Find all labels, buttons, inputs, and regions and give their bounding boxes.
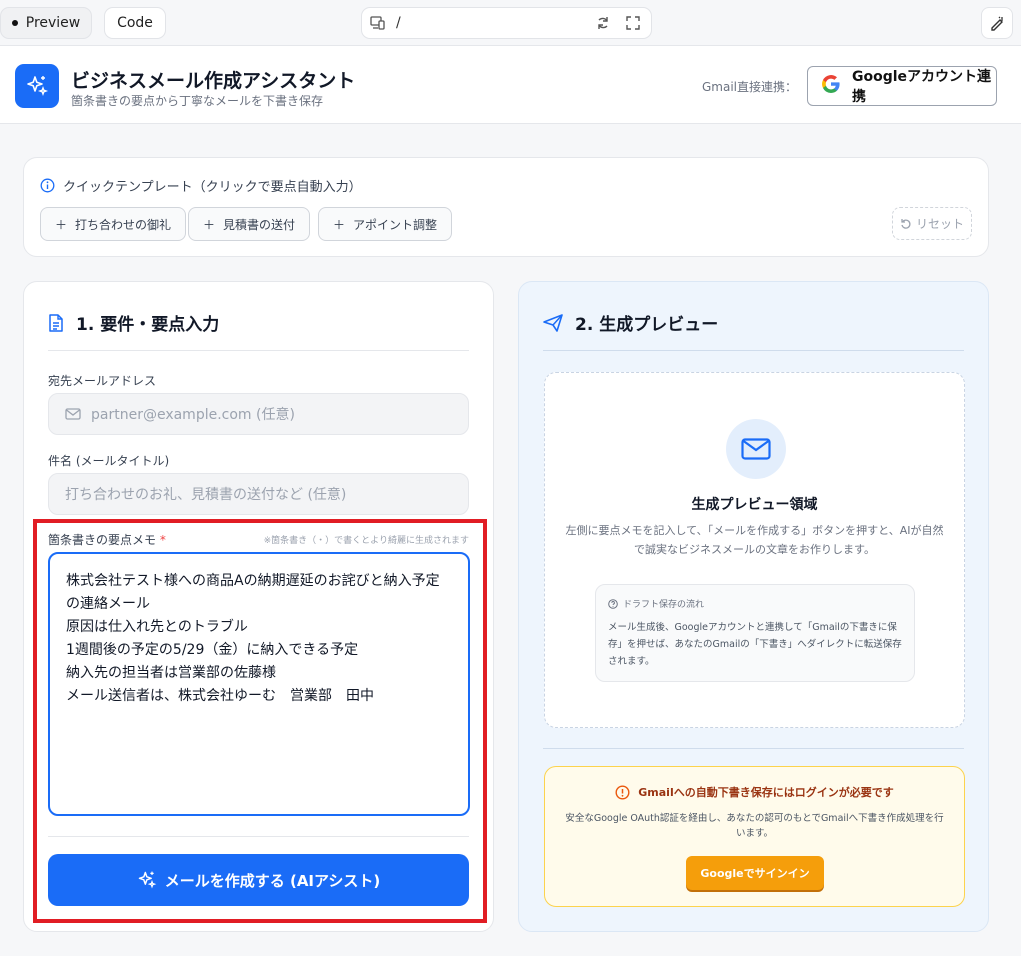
quick-template-card: クイックテンプレート（クリックで要点自動入力） ＋ 打ち合わせの御礼 ＋ 見積書… xyxy=(23,157,989,257)
alert-icon xyxy=(615,784,630,800)
preview-section-header: 2. 生成プレビュー xyxy=(543,310,718,335)
section-divider xyxy=(48,836,469,837)
login-required-notice: Gmailへの自動下書き保存にはログインが必要です 安全なGoogle OAut… xyxy=(544,766,965,907)
memo-label: 箇条書きの要点メモ * xyxy=(48,531,166,548)
reset-button[interactable]: リセット xyxy=(892,207,972,240)
preview-panel: 2. 生成プレビュー 生成プレビュー領域 左側に要点メモを記入して、「メールを作… xyxy=(518,281,989,932)
preview-tab[interactable]: Preview xyxy=(0,7,92,39)
template-chip-estimate[interactable]: ＋ 見積書の送付 xyxy=(188,207,311,241)
draft-flow-title-text: ドラフト保存の流れ xyxy=(623,600,705,610)
section-divider xyxy=(543,748,964,749)
google-g-icon xyxy=(820,73,842,99)
google-connect-button[interactable]: Googleアカウント連携 xyxy=(807,66,997,106)
template-title: クイックテンプレート（クリックで要点自動入力） xyxy=(40,176,362,195)
draft-flow-box: ドラフト保存の流れ メール生成後、Googleアカウントと連携して「Gmailの… xyxy=(595,584,915,682)
template-chip-label: アポイント調整 xyxy=(353,217,438,232)
subject-placeholder: 打ち合わせのお礼、見積書の送付など (任意) xyxy=(65,487,347,503)
input-section-header: 1. 要件・要点入力 xyxy=(48,310,219,335)
url-bar[interactable]: / xyxy=(361,7,652,39)
memo-hint: ※箇条書き（・）で書くとより綺麗に生成されます xyxy=(263,536,469,546)
google-signin-label: Googleでサインイン xyxy=(700,867,810,880)
subject-label: 件名 (メールタイトル) xyxy=(48,454,170,468)
input-section-title: 1. 要件・要点入力 xyxy=(76,315,220,335)
app-header: ビジネスメール作成アシスタント 箇条書きの要点から丁寧なメールを下書き保存 Gm… xyxy=(0,46,1021,124)
plus-icon: ＋ xyxy=(203,217,216,232)
to-email-placeholder: partner@example.com (任意) xyxy=(91,407,295,423)
generate-email-label: メールを作成する (AIアシスト) xyxy=(164,871,381,890)
reset-label: リセット xyxy=(915,217,964,231)
preview-area: 生成プレビュー領域 左側に要点メモを記入して、「メールを作成する」ボタンを押すと… xyxy=(544,372,965,728)
reload-icon[interactable] xyxy=(596,16,610,34)
editor-toolbar: Preview Code / xyxy=(0,0,1021,46)
preview-section-title: 2. 生成プレビュー xyxy=(575,315,719,335)
template-chip-label: 見積書の送付 xyxy=(223,217,296,232)
mail-icon xyxy=(65,408,81,420)
gmail-link-label: Gmail直接連携： xyxy=(702,80,798,94)
to-label: 宛先メールアドレス xyxy=(48,374,157,388)
section-divider xyxy=(543,350,964,351)
code-tab-label: Code xyxy=(117,15,153,31)
draft-flow-description: メール生成後、Googleアカウントと連携して「Gmailの下書きに保存」を押せ… xyxy=(608,622,902,667)
template-chip-thanks[interactable]: ＋ 打ち合わせの御礼 xyxy=(40,207,187,241)
url-path: / xyxy=(396,15,401,31)
section-divider xyxy=(48,350,469,351)
device-icon[interactable] xyxy=(370,16,385,34)
send-icon xyxy=(543,313,563,332)
sparkles-icon xyxy=(138,871,157,889)
google-signin-button[interactable]: Googleでサインイン xyxy=(686,856,824,890)
generate-email-button[interactable]: メールを作成する (AIアシスト) xyxy=(48,854,469,906)
memo-textarea[interactable]: 株式会社テスト様への商品Aの納期遅延のお詫びと納入予定の連絡メール 原因は仕入れ… xyxy=(48,552,470,816)
plus-icon: ＋ xyxy=(55,217,68,232)
template-chip-label: 打ち合わせの御礼 xyxy=(75,217,172,232)
fullscreen-icon[interactable] xyxy=(626,16,640,34)
help-icon xyxy=(608,598,618,609)
info-icon xyxy=(40,178,55,193)
to-email-field[interactable]: partner@example.com (任意) xyxy=(48,393,469,435)
draft-flow-title: ドラフト保存の流れ xyxy=(608,597,704,610)
input-panel: 1. 要件・要点入力 宛先メールアドレス partner@example.com… xyxy=(23,281,494,932)
active-dot-icon xyxy=(11,20,18,26)
memo-label-text: 箇条書きの要点メモ xyxy=(48,533,157,547)
template-title-text: クイックテンプレート（クリックで要点自動入力） xyxy=(63,180,362,195)
code-tab[interactable]: Code xyxy=(104,7,166,39)
app-subtitle: 箇条書きの要点から丁寧なメールを下書き保存 xyxy=(71,94,324,108)
envelope-icon xyxy=(726,419,786,479)
template-chip-appointment[interactable]: ＋ アポイント調整 xyxy=(318,207,453,241)
reset-icon xyxy=(901,218,911,229)
login-required-description: 安全なGoogle OAuth認証を経由し、あなたの認可のもとでGmailへ下書… xyxy=(565,813,944,839)
edit-button[interactable] xyxy=(981,7,1013,39)
plus-icon: ＋ xyxy=(333,217,346,232)
login-required-title: Gmailへの自動下書き保存にはログインが必要です xyxy=(545,784,964,800)
preview-area-description: 左側に要点メモを記入して、「メールを作成する」ボタンを押すと、AIが自然で誠実な… xyxy=(565,524,944,556)
app-title: ビジネスメール作成アシスタント xyxy=(71,70,356,92)
required-mark: * xyxy=(159,533,166,547)
magic-pen-icon xyxy=(991,16,1003,31)
login-required-title-text: Gmailへの自動下書き保存にはログインが必要です xyxy=(638,786,894,799)
preview-tab-label: Preview xyxy=(25,15,81,31)
subject-field[interactable]: 打ち合わせのお礼、見積書の送付など (任意) xyxy=(48,473,469,515)
preview-area-title: 生成プレビュー領域 xyxy=(691,497,818,513)
sparkles-logo-icon xyxy=(15,64,59,108)
google-connect-label: Googleアカウント連携 xyxy=(852,69,992,105)
document-icon xyxy=(49,313,63,332)
